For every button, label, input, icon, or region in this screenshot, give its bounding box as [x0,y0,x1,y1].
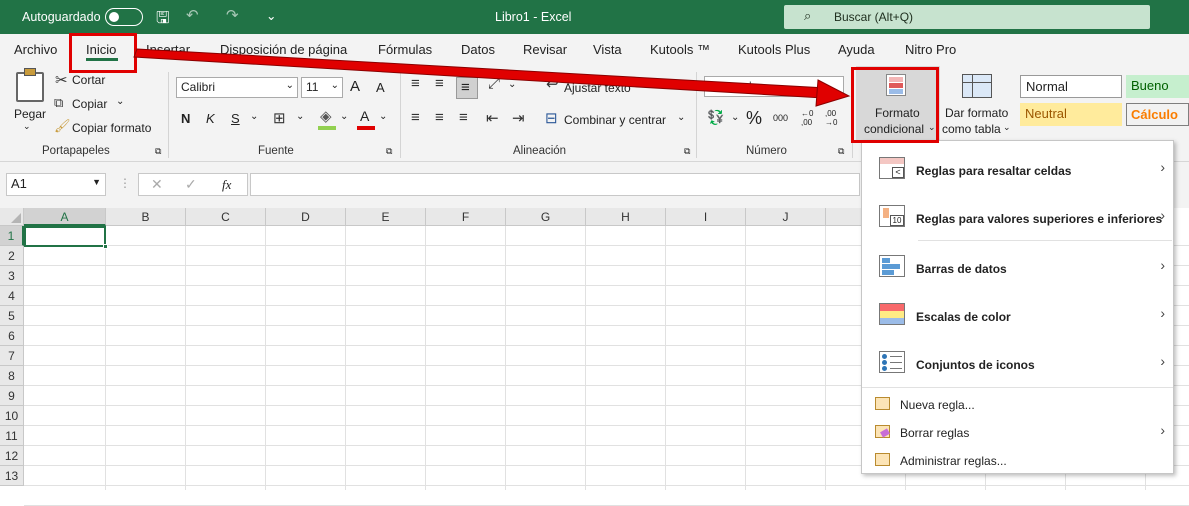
annotation-arrow [133,48,851,107]
